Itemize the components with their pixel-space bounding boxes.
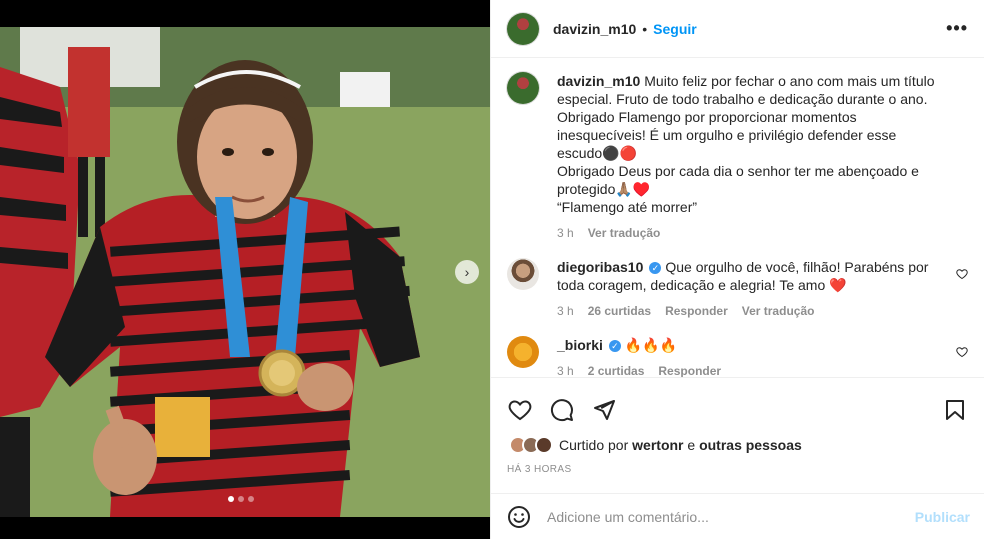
emoji-icon[interactable]	[507, 505, 531, 529]
comment-likes-count[interactable]: 2 curtidas	[588, 362, 645, 377]
comment-icon[interactable]	[549, 397, 575, 423]
comment-text: 🔥🔥🔥	[624, 337, 678, 353]
comment-time: 3 h	[557, 304, 574, 318]
caption-avatar[interactable]	[507, 72, 539, 104]
instagram-post-modal: › davizin_m10 • Seguir ••• davizin_m10 Mu…	[0, 0, 984, 539]
verified-badge-icon: ✓	[649, 262, 662, 275]
comment-time: 3 h	[557, 364, 574, 378]
comment-input[interactable]	[547, 508, 915, 525]
caption: davizin_m10 Muito feliz por fechar o ano …	[507, 72, 968, 242]
author-username[interactable]: davizin_m10	[553, 21, 636, 37]
commenter-avatar[interactable]	[507, 258, 539, 290]
liked-by-others[interactable]: outras pessoas	[699, 437, 802, 453]
post-details-panel: davizin_m10 • Seguir ••• davizin_m10 Muit…	[490, 0, 984, 539]
liked-by-avatars[interactable]	[509, 436, 553, 454]
caption-text-3: “Flamengo até morrer”	[557, 199, 698, 215]
verified-badge-icon: ✓	[608, 340, 621, 353]
chevron-right-icon: ›	[464, 264, 470, 280]
add-comment-bar: Publicar	[491, 493, 984, 539]
liked-by-user[interactable]: wertonr	[632, 437, 683, 453]
comment-username[interactable]: diegoribas10	[557, 259, 643, 275]
heart-icon[interactable]	[507, 397, 533, 423]
photo-illustration	[0, 27, 490, 517]
post-actions	[491, 378, 984, 428]
post-media-area: ›	[0, 0, 490, 539]
publish-button[interactable]: Publicar	[915, 509, 970, 525]
comment-username[interactable]: _biorki	[557, 337, 603, 353]
caption-meta: 3 h Ver tradução	[557, 224, 942, 242]
comment-like-heart-icon[interactable]	[956, 346, 968, 361]
carousel-indicator	[228, 496, 254, 502]
commenter-avatar[interactable]	[507, 336, 539, 368]
caption-body: davizin_m10 Muito feliz por fechar o ano …	[557, 72, 968, 242]
comment-translate-link[interactable]: Ver tradução	[742, 302, 815, 320]
comment-body: _biorki ✓ 🔥🔥🔥 3 h 2 curtidas Responder	[557, 336, 968, 378]
send-icon[interactable]	[591, 397, 617, 423]
more-options-icon[interactable]: •••	[946, 18, 968, 39]
caption-text-2: Obrigado Deus por cada dia o senhor ter …	[557, 163, 919, 197]
carousel-dot	[248, 496, 254, 502]
caption-username[interactable]: davizin_m10	[557, 73, 640, 89]
comment-reply-button[interactable]: Responder	[665, 302, 728, 320]
carousel-dot	[238, 496, 244, 502]
comment-item: _biorki ✓ 🔥🔥🔥 3 h 2 curtidas Responder	[507, 336, 968, 378]
separator-dot: •	[642, 20, 648, 37]
carousel-next-button[interactable]: ›	[455, 260, 479, 284]
post-photo[interactable]	[0, 27, 490, 517]
liked-by-connector: e	[687, 437, 696, 453]
comment-body: diegoribas10 ✓ Que orgulho de você, filhão…	[557, 258, 968, 320]
author-avatar[interactable]	[507, 12, 539, 45]
post-header: davizin_m10 • Seguir •••	[491, 0, 984, 58]
liked-by: Curtido por wertonr e outras pessoas	[491, 428, 984, 454]
bookmark-icon[interactable]	[942, 397, 968, 423]
comment-meta: 3 h 2 curtidas Responder	[557, 362, 942, 378]
comment-likes-count[interactable]: 26 curtidas	[588, 302, 651, 320]
caption-time: 3 h	[557, 226, 574, 240]
liked-by-prefix: Curtido por	[559, 437, 629, 453]
follow-button[interactable]: Seguir	[653, 21, 697, 37]
comment-item: diegoribas10 ✓ Que orgulho de você, filhão…	[507, 258, 968, 320]
comment-reply-button[interactable]: Responder	[658, 362, 721, 377]
caption-translate-link[interactable]: Ver tradução	[588, 224, 661, 242]
post-timestamp[interactable]: HÁ 3 HORAS	[491, 454, 984, 475]
liker-avatar	[535, 436, 553, 454]
comment-meta: 3 h 26 curtidas Responder Ver tradução	[557, 302, 942, 320]
carousel-dot	[228, 496, 234, 502]
comments-section[interactable]: davizin_m10 Muito feliz por fechar o ano …	[491, 58, 984, 378]
comment-like-heart-icon[interactable]	[956, 268, 968, 283]
